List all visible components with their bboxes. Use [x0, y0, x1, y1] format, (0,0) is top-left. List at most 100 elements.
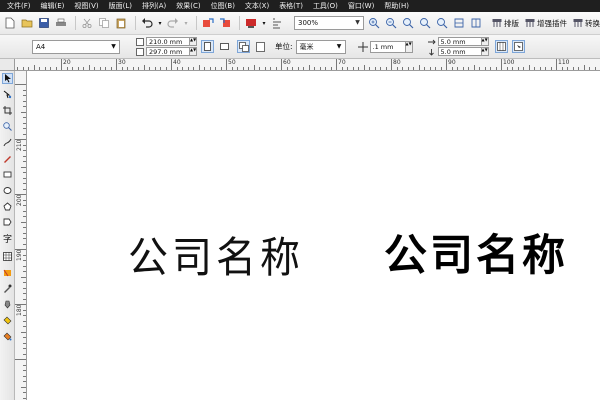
nudge-distance-field[interactable]: .1 mm	[369, 40, 406, 53]
artistic-media-tool-icon[interactable]	[2, 153, 13, 164]
unit-select[interactable]: 毫米 ▼	[295, 39, 346, 54]
width-spinner[interactable]: ▲▼	[190, 37, 197, 46]
ellipse-tool-icon[interactable]	[2, 185, 13, 196]
ruler-label: 30	[118, 59, 126, 66]
menu-item-7[interactable]: 文本(X)	[242, 0, 276, 12]
zoom-height-icon[interactable]	[469, 16, 483, 30]
ruler-tick	[23, 320, 26, 322]
duplicate-y-field[interactable]: 5.0 mm	[437, 47, 482, 56]
redo-dropdown-icon[interactable]: ▾	[183, 16, 189, 30]
align-icon[interactable]	[270, 16, 284, 30]
zoom-width-icon[interactable]	[452, 16, 466, 30]
ruler-label: 100	[503, 59, 515, 66]
ruler-tick	[21, 221, 26, 223]
ruler-tick	[484, 67, 486, 70]
menu-item-9[interactable]: 工具(O)	[310, 0, 345, 12]
menu-item-10[interactable]: 窗口(W)	[345, 0, 381, 12]
freehand-tool-icon[interactable]	[2, 137, 13, 148]
eyedropper-tool-icon[interactable]	[2, 283, 13, 294]
outline-pen-tool-icon[interactable]	[2, 299, 13, 310]
ruler-tick	[407, 67, 409, 70]
ruler-tick	[292, 67, 293, 70]
ruler-tick	[23, 353, 26, 355]
treat-as-filled-button[interactable]	[511, 40, 525, 53]
pick-tool-icon[interactable]	[2, 73, 13, 84]
company-name-text-bold[interactable]: 公司名称	[384, 221, 568, 283]
menu-item-6[interactable]: 位图(B)	[208, 0, 242, 12]
menu-item-3[interactable]: 版面(L)	[106, 0, 139, 12]
menu-item-8[interactable]: 表格(T)	[276, 0, 310, 12]
drawing-canvas[interactable]: 公司名称 公司名称	[27, 71, 600, 400]
landscape-button[interactable]	[218, 40, 231, 53]
company-name-text-regular[interactable]: 公司名称	[128, 224, 304, 285]
zoom-all-icon[interactable]	[418, 16, 432, 30]
ruler-tick	[116, 59, 117, 70]
shape-tool-icon[interactable]	[2, 89, 13, 100]
save-icon[interactable]	[37, 16, 51, 30]
table-tool-icon[interactable]	[2, 251, 13, 262]
menu-item-4[interactable]: 排列(A)	[139, 0, 173, 12]
publish-dropdown-icon[interactable]: ▾	[261, 16, 267, 30]
print-icon[interactable]	[54, 16, 68, 30]
ruler-tick	[165, 67, 167, 70]
cut-icon[interactable]	[80, 16, 94, 30]
menu-item-11[interactable]: 帮助(H)	[381, 0, 416, 12]
unit-value: 毫米	[299, 42, 314, 51]
nudge-spinner[interactable]: ▲▼	[405, 40, 413, 53]
plugin-button-convert[interactable]: 转换	[573, 18, 600, 29]
zoom-page-icon[interactable]	[435, 16, 449, 30]
ruler-tick	[209, 67, 211, 70]
ruler-tick	[352, 67, 354, 70]
menu-item-0[interactable]: 文件(F)	[4, 0, 38, 12]
undo-dropdown-icon[interactable]: ▾	[157, 16, 163, 30]
ruler-tick	[23, 95, 26, 96]
redo-icon[interactable]	[166, 16, 180, 30]
plugin-button-enhance[interactable]: 增强插件	[525, 18, 567, 29]
vertical-ruler[interactable]: 210 200 190 180	[15, 71, 27, 400]
zoom-in-icon[interactable]	[367, 16, 381, 30]
plugin-button-layout[interactable]: 排版	[492, 18, 519, 29]
ruler-origin[interactable]	[0, 59, 15, 71]
units-toggle-button[interactable]	[494, 40, 508, 53]
interactive-fill-tool-icon[interactable]	[2, 267, 13, 278]
smart-fill-tool-icon[interactable]	[2, 331, 13, 342]
new-document-icon[interactable]	[3, 16, 17, 30]
plugin-button-label: 增强插件	[537, 18, 567, 28]
ruler-tick	[23, 254, 26, 256]
zoom-selection-icon[interactable]	[401, 16, 415, 30]
rectangle-tool-icon[interactable]	[2, 169, 13, 180]
import-icon[interactable]	[201, 16, 215, 30]
toolbar-separator	[196, 16, 197, 30]
duplicate-x-spinner[interactable]: ▲▼	[481, 37, 489, 46]
page-size-select[interactable]: A4 ▼	[32, 39, 120, 54]
basic-shapes-tool-icon[interactable]	[2, 217, 13, 228]
all-pages-button[interactable]	[237, 40, 250, 53]
menu-item-5[interactable]: 效果(C)	[173, 0, 207, 12]
duplicate-x-field[interactable]: 5.0 mm	[437, 37, 482, 46]
export-icon[interactable]	[218, 16, 232, 30]
menu-item-1[interactable]: 编辑(E)	[38, 0, 72, 12]
page-icon	[256, 41, 265, 52]
page-width-field[interactable]: 210.0 mm	[146, 37, 190, 46]
text-tool-icon[interactable]: 字	[2, 233, 13, 245]
duplicate-y-spinner[interactable]: ▲▼	[481, 47, 489, 56]
portrait-button[interactable]	[201, 40, 214, 53]
zoom-out-icon[interactable]	[384, 16, 398, 30]
polygon-tool-icon[interactable]	[2, 201, 13, 212]
height-spinner[interactable]: ▲▼	[190, 47, 197, 56]
fill-tool-icon[interactable]	[2, 315, 13, 326]
horizontal-ruler[interactable]: 20 30 40 50 60 70 80 90 100 110	[15, 59, 600, 71]
undo-icon[interactable]	[140, 16, 154, 30]
ruler-tick	[23, 282, 26, 283]
zoom-level-select[interactable]: 300% ▼	[294, 16, 364, 30]
paste-icon[interactable]	[114, 16, 128, 30]
zoom-tool-icon[interactable]	[2, 121, 13, 132]
open-folder-icon[interactable]	[20, 16, 34, 30]
page-height-field[interactable]: 297.0 mm	[146, 47, 190, 56]
crop-tool-icon[interactable]	[2, 105, 13, 116]
copy-icon[interactable]	[97, 16, 111, 30]
ruler-tick	[242, 67, 244, 70]
publish-pdf-icon[interactable]	[244, 16, 258, 30]
menu-item-2[interactable]: 视图(V)	[71, 0, 105, 12]
current-page-button[interactable]	[254, 40, 267, 53]
